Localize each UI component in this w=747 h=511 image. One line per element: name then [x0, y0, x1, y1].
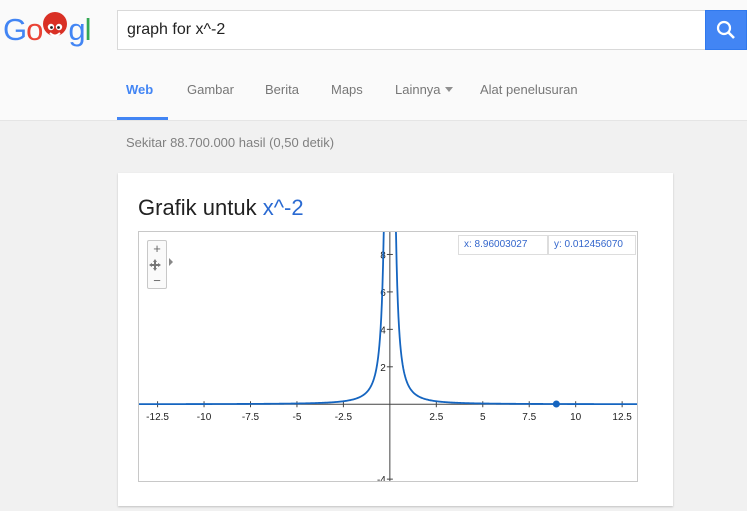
tab-search-tools[interactable]: Alat penelusuran [480, 82, 578, 97]
x-tick-label: 12.5 [612, 412, 632, 423]
tab-news[interactable]: Berita [265, 82, 299, 97]
graph-controls: + − [147, 240, 173, 289]
search-tabs: Web Gambar Berita Maps Lainnya Alat pene… [0, 60, 747, 121]
x-tick-label: -7.5 [242, 412, 260, 423]
tab-images[interactable]: Gambar [187, 82, 234, 97]
graph-title: Grafik untuk x^-2 [138, 195, 304, 221]
logo-letter: o [26, 12, 43, 47]
search-icon [716, 20, 735, 39]
curve-left-branch [139, 232, 385, 406]
logo-letter: l [84, 12, 92, 47]
x-tick-label: -12.5 [146, 412, 169, 423]
tab-web[interactable]: Web [126, 82, 153, 97]
y-tick-label: 2 [380, 363, 386, 374]
search-button[interactable] [705, 10, 747, 50]
x-tick-label: -5 [292, 412, 301, 423]
active-tab-indicator [117, 117, 168, 120]
coord-y-readout: y: 0.012456070 [548, 235, 636, 255]
x-tick-label: 2.5 [429, 412, 443, 423]
trace-point [552, 400, 560, 408]
x-tick-label: 10 [570, 412, 582, 423]
tab-more-label: Lainnya [395, 82, 441, 97]
coord-x-readout: x: 8.96003027 [458, 235, 548, 255]
chevron-right-icon[interactable] [169, 258, 173, 266]
pan-icon[interactable] [148, 257, 166, 272]
google-logo[interactable]: Gogle [3, 10, 103, 87]
search-query: graph for x^-2 [127, 21, 226, 38]
graph-function-label[interactable]: x^-2 [263, 195, 304, 220]
header: Gogle graph for x^-2 [0, 0, 747, 87]
zoom-out-button[interactable]: − [148, 273, 166, 288]
result-stats: Sekitar 88.700.000 hasil (0,50 detik) [126, 135, 335, 150]
tab-more[interactable]: Lainnya [395, 82, 453, 97]
curve-right-branch [395, 232, 637, 406]
zoom-in-button[interactable]: + [148, 241, 166, 256]
y-tick-label: -4 [377, 475, 386, 481]
graph-plot[interactable]: -12.5 -10 -7.5 -5 -2.5 2.5 5 7.5 10 12.5 8 6 4 2 -4 + … [138, 231, 638, 482]
x-tick-label: 5 [480, 412, 486, 423]
graph-title-prefix: Grafik untuk [138, 195, 257, 220]
doodle-face-icon [43, 12, 68, 37]
x-tick-label: -10 [197, 412, 212, 423]
chevron-down-icon [444, 87, 453, 92]
x-tick-label: 7.5 [522, 412, 536, 423]
graph-canvas[interactable]: -12.5 -10 -7.5 -5 -2.5 2.5 5 7.5 10 12.58642-4 [139, 232, 637, 481]
logo-letter: G [3, 12, 27, 47]
x-tick-label: -2.5 [335, 412, 353, 423]
logo-letter: g [68, 12, 85, 47]
tab-maps[interactable]: Maps [331, 82, 363, 97]
graph-card: Grafik untuk x^-2 -12.5 -10 -7.5 -5 -2.5 2.5 5… [118, 173, 673, 506]
search-input[interactable]: graph for x^-2 [117, 10, 706, 50]
